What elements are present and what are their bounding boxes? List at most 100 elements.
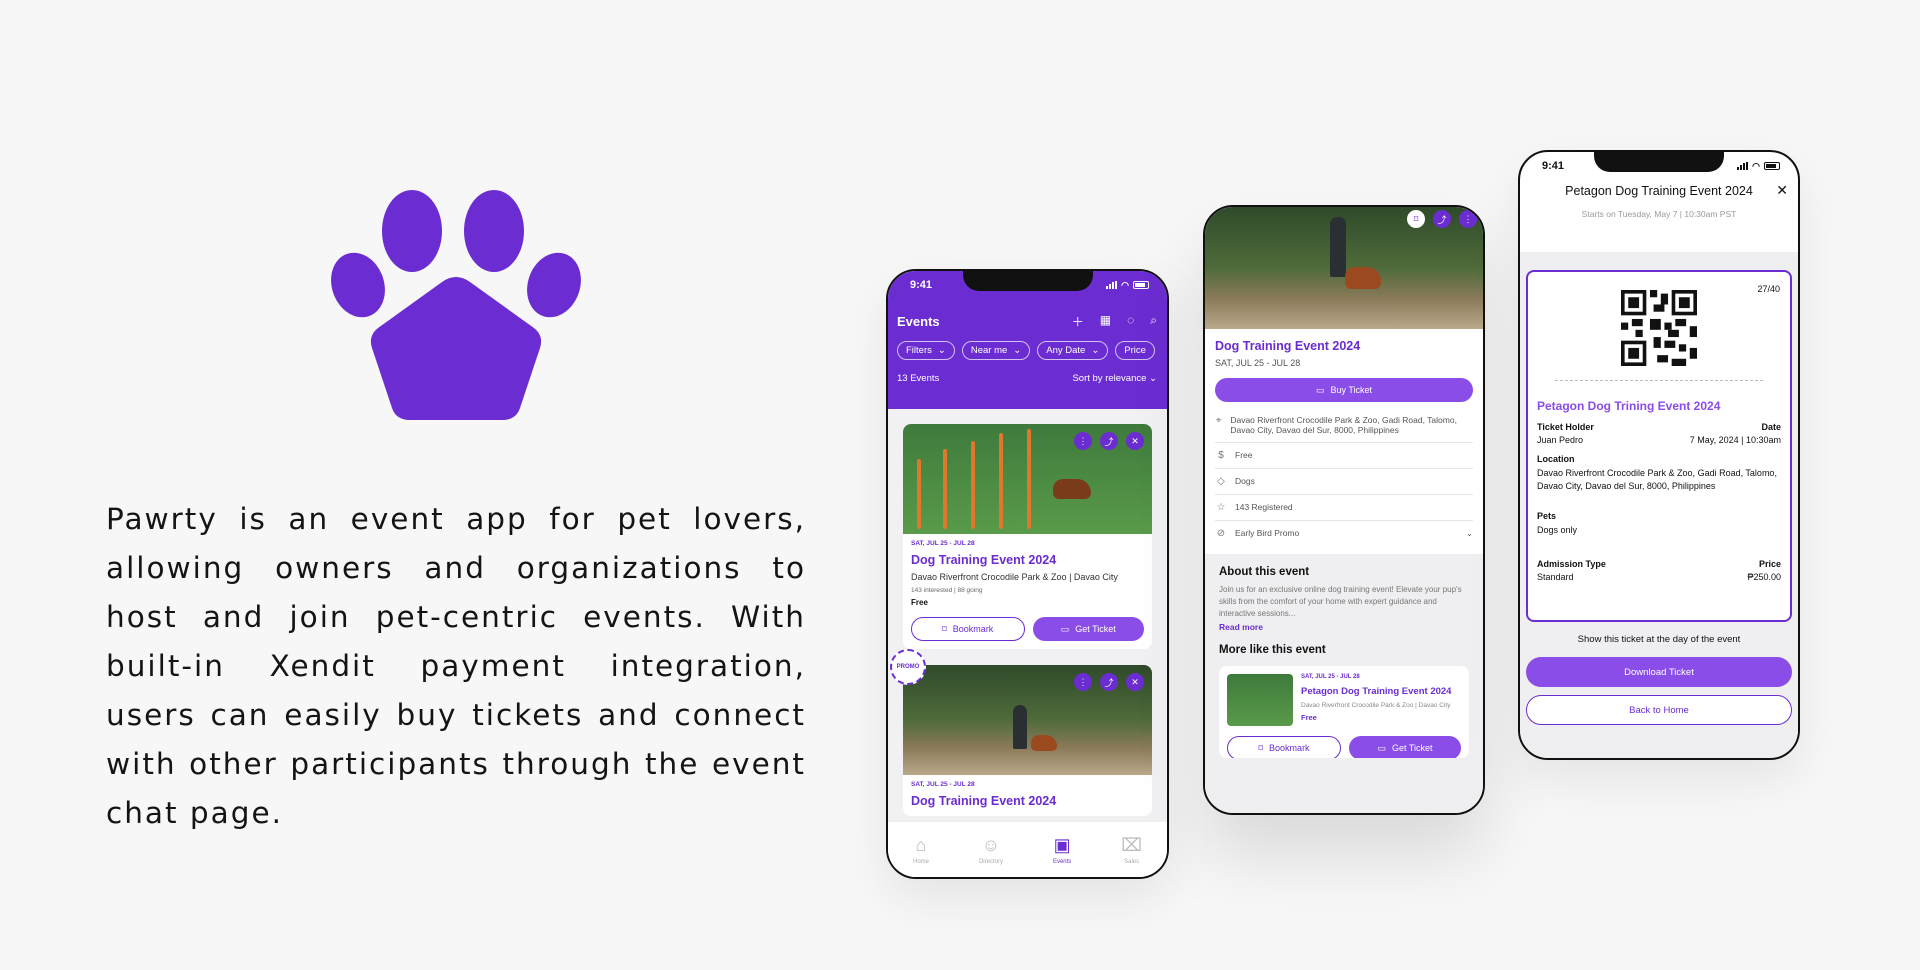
chevron-down-icon: ⌄ <box>1013 345 1022 356</box>
event-title[interactable]: Dog Training Event 2024 <box>911 553 1144 567</box>
tab-directory[interactable]: ☺ Directory <box>979 835 1003 865</box>
share-icon[interactable]: ⤴ <box>1100 432 1118 450</box>
close-icon[interactable]: ✕ <box>1776 182 1788 199</box>
chevron-down-icon: ⌄ <box>937 345 946 356</box>
location-text: Davao Riverfront Crocodile Park & Zoo, G… <box>1230 415 1457 435</box>
pets-label: Pets <box>1537 511 1557 521</box>
about-text: Join us for an exclusive online dog trai… <box>1219 585 1462 618</box>
pets-text: Dogs <box>1235 476 1255 486</box>
event-card[interactable]: ⋮ ⤴ ✕ SAT, JUL 25 - JUL 28 Dog Training … <box>903 665 1152 816</box>
bookmark-icon: ⌑ <box>1258 742 1264 753</box>
tab-home[interactable]: ⌂ Home <box>913 835 929 865</box>
chat-icon[interactable]: ◌ <box>1127 313 1134 330</box>
status-icons: ◠ <box>1106 280 1149 291</box>
app-description: Pawrty is an event app for pet lovers, a… <box>106 502 806 830</box>
event-hero-image: ⌑ ⤴ ⋮ <box>1205 207 1483 329</box>
ticket-event-title: Petagon Dog Trining Event 2024 <box>1537 399 1721 413</box>
star-icon: ☆ <box>1216 502 1226 513</box>
ticket-header: Petagon Dog Training Event 2024 ✕ Starts… <box>1520 180 1798 252</box>
ticket-icon: ▭ <box>1377 742 1386 753</box>
back-to-home-button[interactable]: Back to Home <box>1526 695 1792 725</box>
event-detail-phone: ⌑ ⤴ ⋮ Dog Training Event 2024 SAT, JUL 2… <box>1203 205 1485 815</box>
filter-chip-any-date[interactable]: Any Date ⌄ <box>1037 341 1109 360</box>
promo-row[interactable]: ⊘ Early Bird Promo ⌄ <box>1215 521 1473 546</box>
tab-sales[interactable]: ⌧ Sales <box>1121 835 1142 865</box>
dollar-icon: $ <box>1218 450 1224 461</box>
holder-label: Ticket Holder <box>1537 422 1594 432</box>
plus-icon[interactable]: ＋ <box>1072 313 1084 330</box>
event-price: Free <box>911 598 928 607</box>
button-label: Bookmark <box>952 624 994 634</box>
location-pin-icon: ⌖ <box>1215 415 1222 426</box>
event-image: ⋮ ⤴ ✕ <box>903 665 1152 775</box>
price-row: $ Free <box>1215 443 1473 469</box>
signal-icon <box>1737 162 1749 170</box>
button-label: Bookmark <box>1269 743 1310 753</box>
event-location: Davao Riverfront Crocodile Park & Zoo | … <box>1301 702 1451 709</box>
filter-chips: Filters ⌄ Near me ⌄ Any Date ⌄ Price <box>888 330 1167 360</box>
battery-icon <box>1764 162 1780 170</box>
share-icon[interactable]: ⤴ <box>1433 210 1451 228</box>
date-label: Date <box>1761 422 1781 432</box>
event-image <box>1227 674 1293 726</box>
wifi-icon: ◠ <box>1121 279 1129 290</box>
search-icon[interactable]: ⌕ <box>1150 313 1157 330</box>
download-ticket-button[interactable]: Download Ticket <box>1526 657 1792 687</box>
pets-row: ◇ Dogs <box>1215 469 1473 495</box>
filter-chip-filters[interactable]: Filters ⌄ <box>897 341 955 360</box>
close-icon[interactable]: ✕ <box>1126 673 1144 691</box>
location-value: Davao Riverfront Crocodile Park & Zoo, G… <box>1537 468 1777 491</box>
share-icon[interactable]: ⤴ <box>1100 673 1118 691</box>
get-ticket-button[interactable]: ▭ Get Ticket <box>1032 617 1144 641</box>
filter-chip-price[interactable]: Price <box>1115 341 1155 360</box>
bookmark-button[interactable]: ⌑ Bookmark <box>1227 736 1341 758</box>
price-value: ₱250.00 <box>1747 572 1781 582</box>
more-icon[interactable]: ⋮ <box>1074 673 1092 691</box>
event-title[interactable]: Dog Training Event 2024 <box>911 794 1144 808</box>
tab-label: Home <box>912 858 929 865</box>
bookmark-icon[interactable]: ⌑ <box>1407 210 1425 228</box>
chevron-down-icon: ⌄ <box>1465 528 1473 538</box>
chip-label: Near me <box>970 345 1008 356</box>
sort-label: Sort by relevance <box>1072 373 1147 384</box>
date-value: 7 May, 2024 | 10:30am <box>1689 435 1781 445</box>
qr-code-icon <box>1621 290 1697 366</box>
status-time: 9:41 <box>910 279 933 291</box>
promo-text: Early Bird Promo <box>1235 528 1300 538</box>
event-date: SAT, JUL 25 - JUL 28 <box>1301 674 1360 680</box>
chip-label: Price <box>1124 345 1146 356</box>
bottom-tab-bar: ⌂ Home ☺ Directory ▣ Events ⌧ Sales <box>888 821 1167 877</box>
about-section: About this event Join us for an exclusiv… <box>1205 554 1483 813</box>
status-time: 9:41 <box>1542 160 1565 172</box>
calendar-icon[interactable]: ▦ <box>1100 313 1111 330</box>
event-title: Petagon Dog Training Event 2024 <box>1301 686 1452 697</box>
registered-text: 143 Registered <box>1235 502 1293 512</box>
wifi-icon: ◠ <box>1752 160 1760 171</box>
location-row: ⌖ Davao Riverfront Crocodile Park & Zoo, … <box>1215 408 1473 443</box>
page-title: Petagon Dog Training Event 2024 <box>1565 184 1753 198</box>
buy-ticket-button[interactable]: ▭ Buy Ticket <box>1215 378 1473 402</box>
tab-events[interactable]: ▣ Events <box>1053 835 1071 865</box>
button-label: Get Ticket <box>1392 743 1433 753</box>
phone-notch <box>962 271 1093 291</box>
battery-icon <box>1133 281 1149 289</box>
event-start: Starts on Tuesday, May 7 | 10:30am PST <box>1581 209 1737 219</box>
events-feed[interactable]: ⋮ ⤴ ✕ SAT, JUL 25 - JUL 28 Dog Training … <box>888 409 1167 877</box>
event-interest: 143 interested | 88 going <box>911 587 983 594</box>
sales-icon: ⌧ <box>1121 834 1143 855</box>
pet-icon: ◇ <box>1217 476 1225 487</box>
price-text: Free <box>1235 450 1253 460</box>
admission-label: Admission Type <box>1537 559 1606 569</box>
event-card[interactable]: ⋮ ⤴ ✕ SAT, JUL 25 - JUL 28 Dog Training … <box>903 424 1152 649</box>
sort-dropdown[interactable]: Sort by relevance ⌄ <box>1072 373 1157 384</box>
home-icon: ⌂ <box>915 834 927 855</box>
related-event-card[interactable]: SAT, JUL 25 - JUL 28 Petagon Dog Trainin… <box>1219 666 1469 758</box>
more-icon[interactable]: ⋮ <box>1074 432 1092 450</box>
bookmark-button[interactable]: ⌑ Bookmark <box>911 617 1025 641</box>
more-icon[interactable]: ⋮ <box>1459 210 1477 228</box>
read-more-link[interactable]: Read more <box>1219 622 1469 632</box>
close-icon[interactable]: ✕ <box>1126 432 1144 450</box>
filter-chip-near-me[interactable]: Near me ⌄ <box>961 341 1031 360</box>
get-ticket-button[interactable]: ▭ Get Ticket <box>1349 736 1461 758</box>
event-date: SAT, JUL 25 - JUL 28 <box>911 540 975 547</box>
